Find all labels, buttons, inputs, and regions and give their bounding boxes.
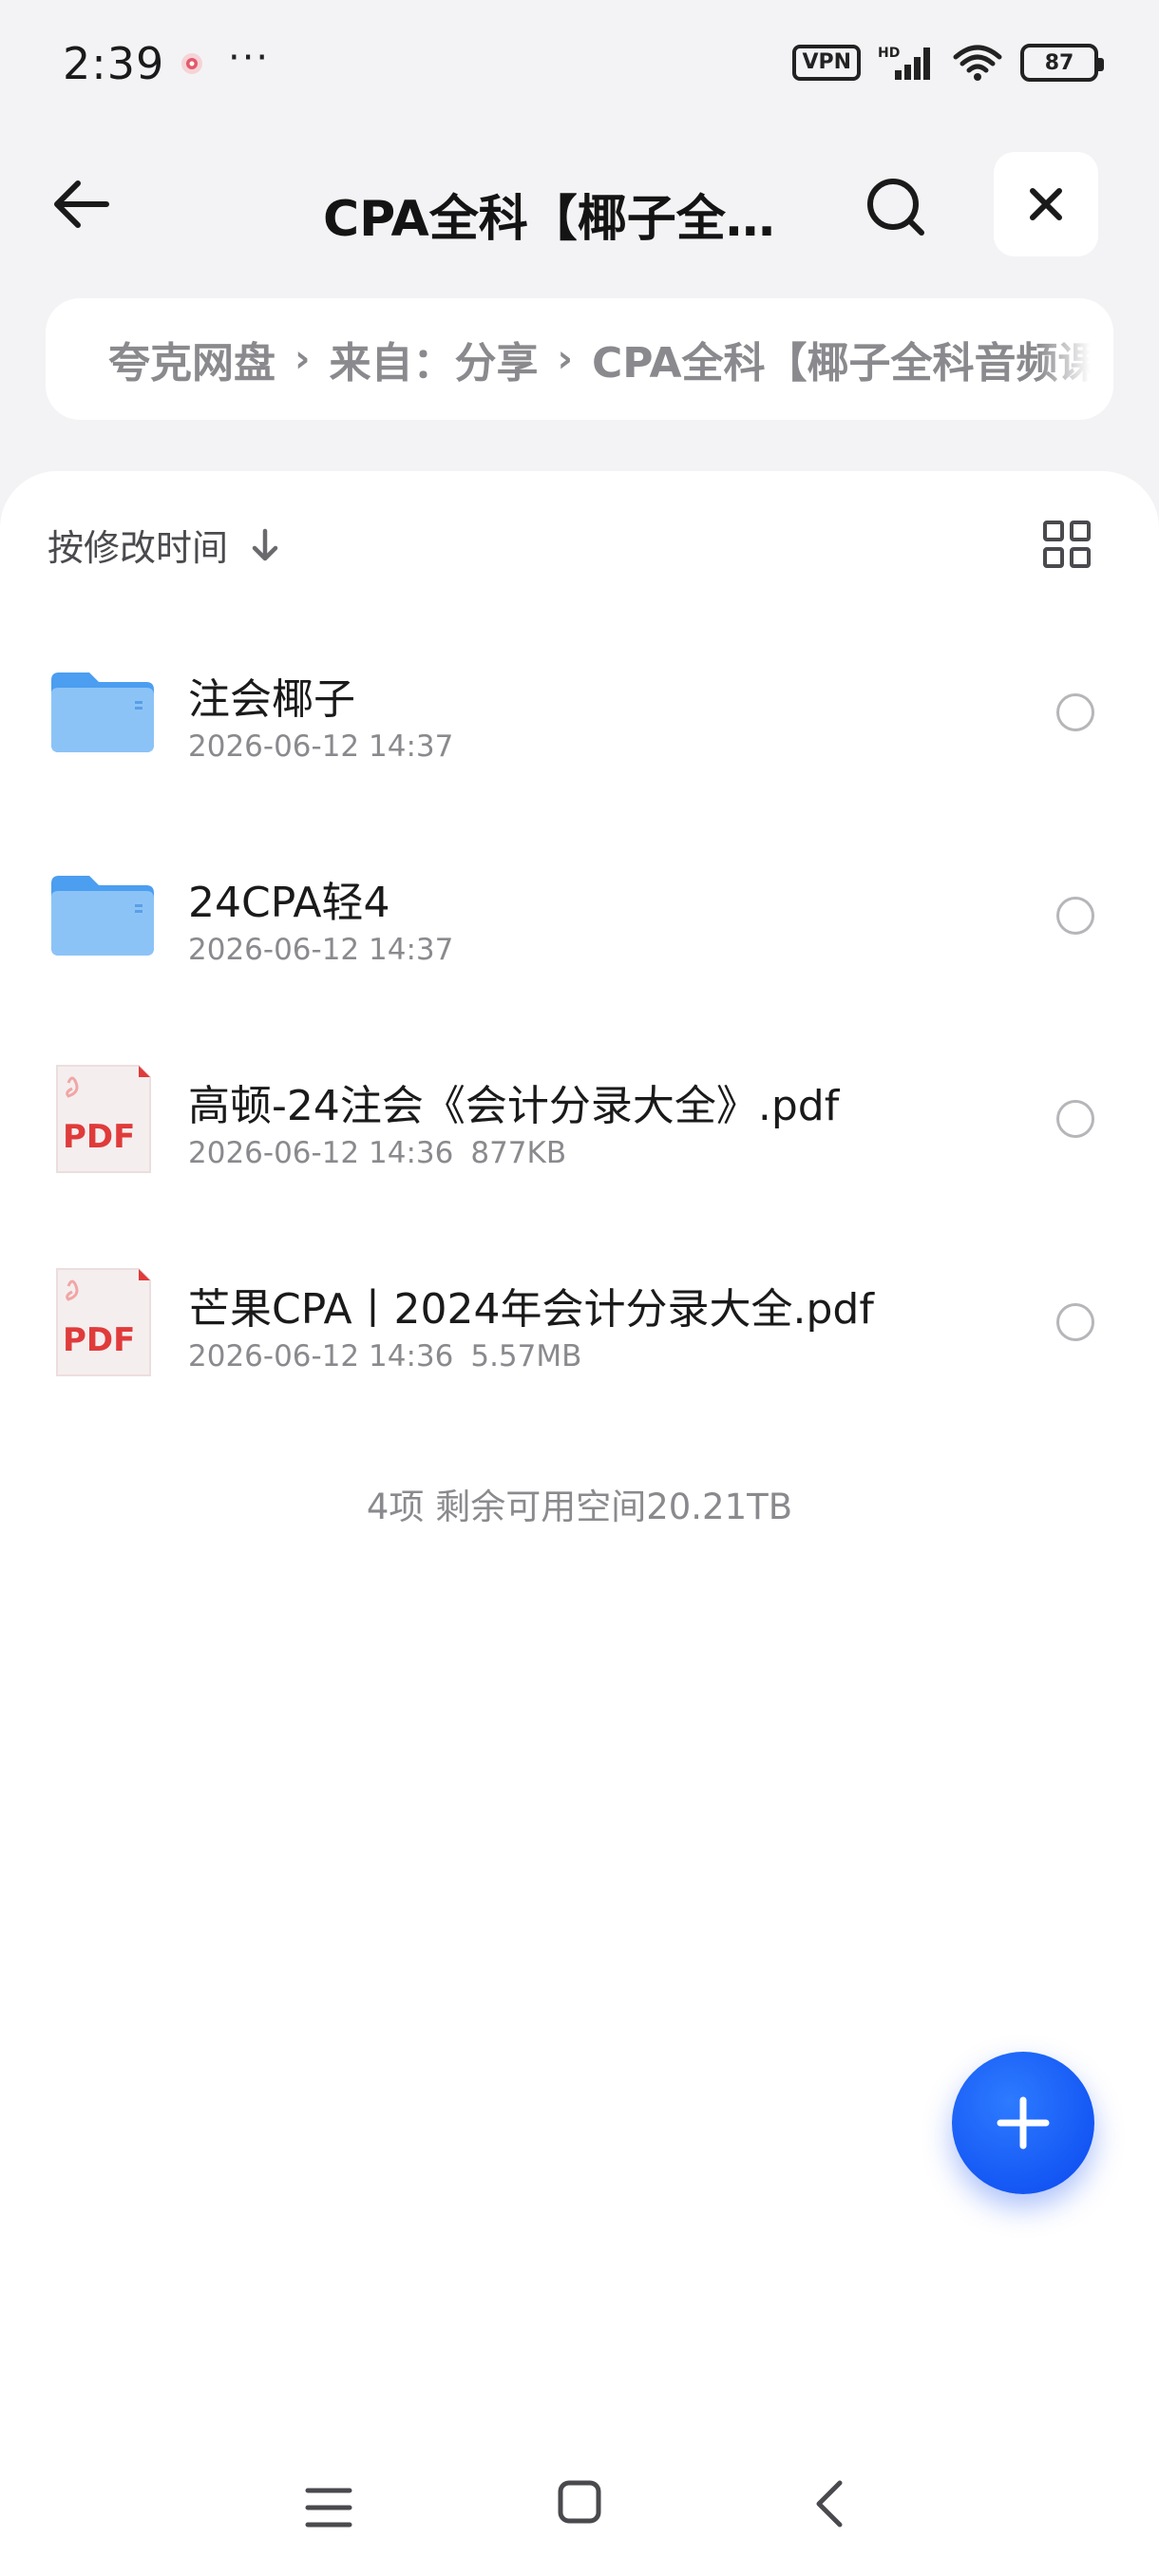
file-meta: 2026-06-12 14:37	[188, 729, 453, 764]
file-list-panel: 按修改时间 注会椰子 2026-06-12 14:37 24CPA轻4 2026…	[0, 471, 1159, 2576]
file-meta: 2026-06-12 14:36 5.57MB	[188, 1339, 581, 1373]
close-button[interactable]	[994, 152, 1098, 256]
arrow-down-icon	[252, 528, 278, 560]
grid-view-icon[interactable]	[1041, 519, 1092, 570]
file-date: 2026-06-12 14:36	[188, 1136, 454, 1170]
menu-icon[interactable]	[302, 2483, 355, 2532]
breadcrumb-item-root[interactable]: 夸克网盘	[108, 329, 276, 389]
home-square-icon[interactable]	[557, 2479, 602, 2525]
app-screen: 2:39 ··· VPN HD 87 CPA全科【椰子全科 夸克网盘 › 来自：…	[0, 0, 1159, 2576]
status-indicators: VPN HD 87	[792, 44, 1104, 82]
signal-icon: HD	[878, 46, 930, 80]
file-name: 高顿-24注会《会计分录大全》.pdf	[188, 1082, 840, 1130]
arrow-left-icon	[54, 180, 109, 228]
file-date: 2026-06-12 14:37	[188, 933, 454, 967]
breadcrumb-separator: ›	[294, 337, 311, 381]
chevron-left-icon[interactable]	[809, 2477, 847, 2530]
file-row[interactable]: 24CPA轻4 2026-06-12 14:37	[0, 819, 1159, 1022]
search-button[interactable]	[855, 166, 937, 248]
pdf-label: PDF	[63, 1321, 135, 1359]
file-name: 注会椰子	[188, 675, 355, 724]
status-time: 2:39	[63, 38, 165, 89]
sort-label: 按修改时间	[48, 527, 229, 569]
breadcrumb-separator: ›	[557, 337, 573, 381]
select-radio[interactable]	[1056, 1303, 1094, 1341]
breadcrumb-fade	[1037, 298, 1113, 420]
breadcrumb-item-share[interactable]: 来自：分享	[329, 329, 538, 389]
file-meta: 2026-06-12 14:36 877KB	[188, 1136, 566, 1170]
file-date: 2026-06-12 14:36	[188, 1339, 454, 1373]
app-notification-icon	[181, 53, 202, 74]
folder-icon	[51, 876, 154, 956]
hd-label: HD	[878, 46, 900, 61]
page-title: CPA全科【椰子全科音频课】	[323, 191, 817, 248]
add-button[interactable]	[952, 2052, 1094, 2194]
file-name: 芒果CPA丨2024年会计分录大全.pdf	[188, 1285, 874, 1334]
plus-icon	[997, 2096, 1050, 2150]
pdf-file-icon: PDF	[56, 1065, 151, 1173]
file-row[interactable]: 注会椰子 2026-06-12 14:37	[0, 616, 1159, 819]
select-radio[interactable]	[1056, 1100, 1094, 1138]
search-icon	[867, 179, 924, 236]
file-list: 注会椰子 2026-06-12 14:37 24CPA轻4 2026-06-12…	[0, 616, 1159, 1429]
select-radio[interactable]	[1056, 897, 1094, 935]
more-notifications-icon: ···	[228, 36, 271, 80]
close-icon	[1030, 188, 1062, 220]
file-size: 877KB	[470, 1136, 567, 1170]
breadcrumb-item-current[interactable]: CPA全科【椰子全科音频课】	[592, 329, 1113, 389]
file-row[interactable]: PDF 芒果CPA丨2024年会计分录大全.pdf 2026-06-12 14:…	[0, 1225, 1159, 1429]
file-size: 5.57MB	[470, 1339, 582, 1373]
wifi-icon	[953, 45, 1002, 81]
file-name: 24CPA轻4	[188, 879, 390, 927]
file-date: 2026-06-12 14:37	[188, 729, 454, 764]
status-bar: 2:39 ··· VPN HD 87	[0, 0, 1159, 133]
folder-icon	[51, 672, 154, 752]
battery-indicator: 87	[1020, 44, 1104, 82]
vpn-badge: VPN	[792, 45, 861, 81]
pdf-file-icon: PDF	[56, 1268, 151, 1376]
storage-summary: 4项 剩余可用空间20.21TB	[366, 1487, 793, 1527]
back-button[interactable]	[42, 166, 118, 242]
system-nav-bar	[0, 2460, 1159, 2555]
breadcrumb: 夸克网盘 › 来自：分享 › CPA全科【椰子全科音频课】	[46, 298, 1113, 420]
sort-control[interactable]: 按修改时间	[48, 519, 281, 571]
file-row[interactable]: PDF 高顿-24注会《会计分录大全》.pdf 2026-06-12 14:36…	[0, 1022, 1159, 1225]
file-meta: 2026-06-12 14:37	[188, 933, 453, 967]
pdf-label: PDF	[63, 1118, 135, 1156]
top-app-bar: CPA全科【椰子全科音频课】	[0, 142, 1159, 266]
select-radio[interactable]	[1056, 693, 1094, 731]
